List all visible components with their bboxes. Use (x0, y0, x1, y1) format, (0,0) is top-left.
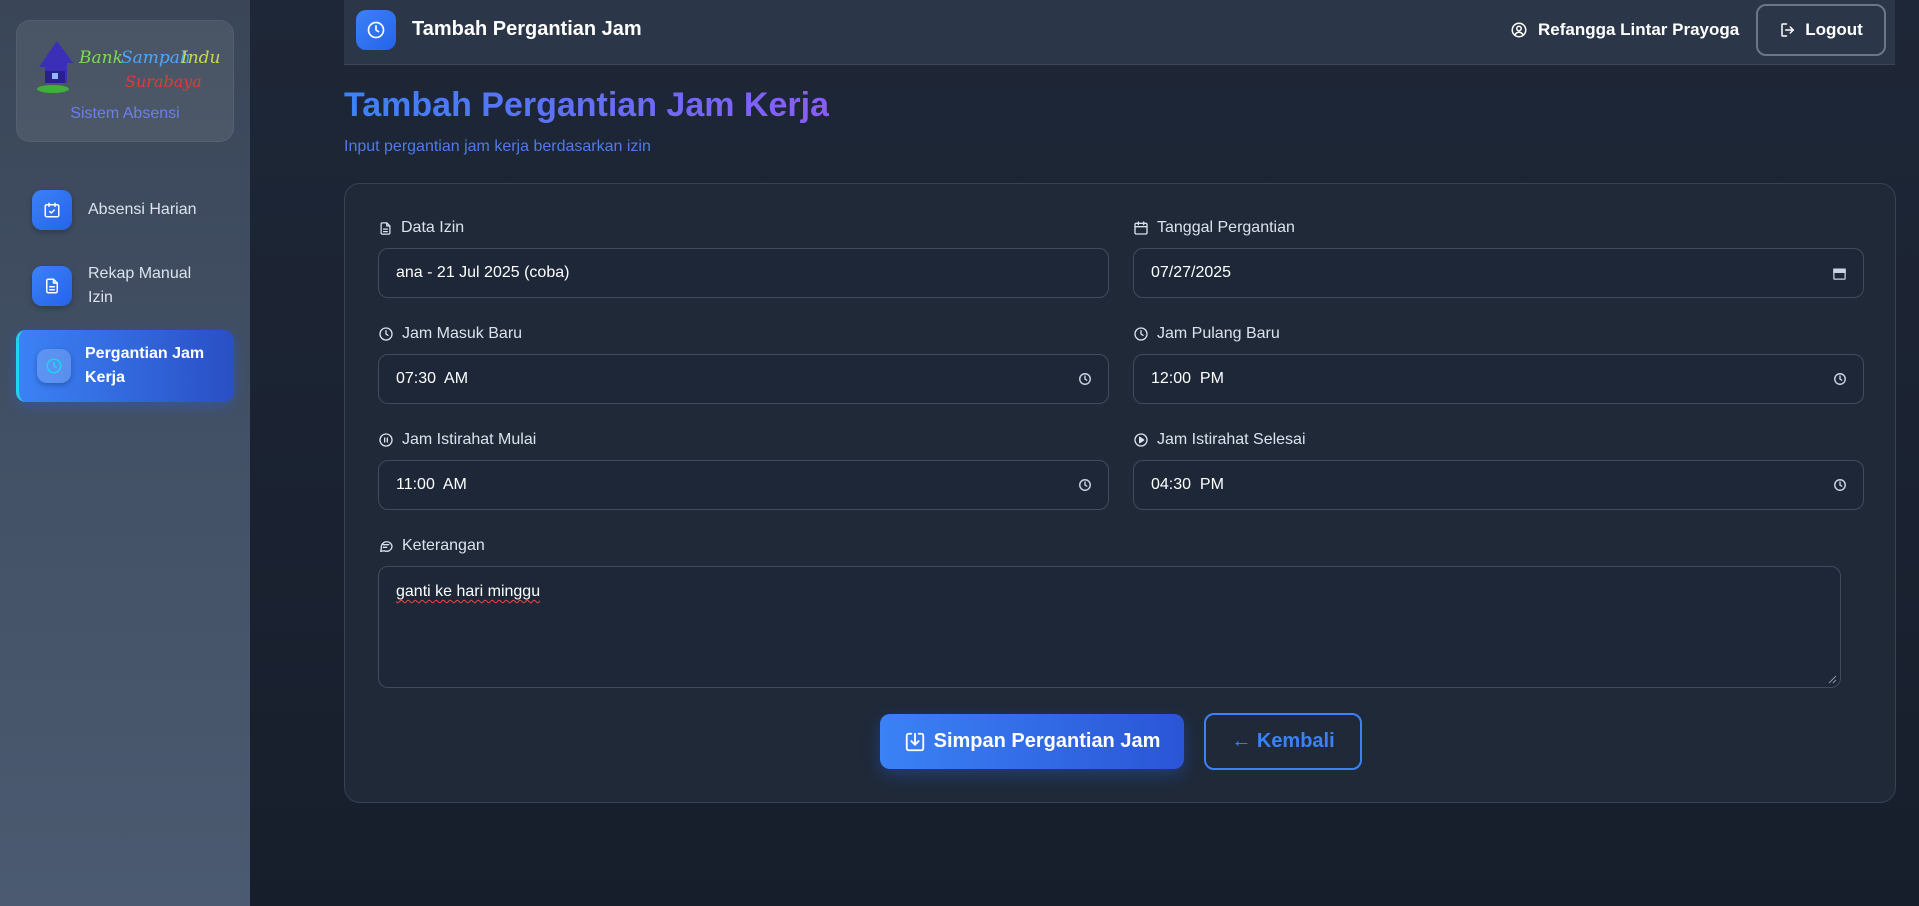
data-izin-value: ana - 21 Jul 2025 (coba) (396, 264, 570, 281)
jam-istirahat-selesai-input[interactable]: 04:30 PM (1133, 460, 1864, 510)
jam-pulang-baru-input[interactable]: 12:00 PM (1133, 354, 1864, 404)
calendar-icon (1134, 221, 1148, 235)
sidebar-item-rekap-manual-izin[interactable]: Rekap Manual Izin (16, 262, 234, 310)
data-izin-select[interactable]: ana - 21 Jul 2025 (coba) (378, 248, 1109, 298)
sidebar-item-pergantian-jam-kerja[interactable]: Pergantian Jam Kerja (16, 330, 234, 402)
back-button-label: ← Kembali (1231, 730, 1335, 752)
save-download-icon (905, 732, 924, 751)
svg-text:Induk: Induk (180, 48, 221, 68)
clock-icon (1134, 327, 1148, 341)
logo-card: Bank Sampah Induk Surabaya Sistem Absens… (16, 20, 234, 142)
clock-icon (379, 327, 393, 341)
calendar-picker-icon[interactable] (1832, 266, 1847, 281)
document-icon (32, 266, 72, 306)
time-picker-icon[interactable] (1078, 478, 1092, 492)
page-subtitle: Input pergantian jam kerja berdasarkan i… (344, 138, 651, 155)
jam-istirahat-selesai-value: 04:30 PM (1151, 476, 1224, 493)
page-title: Tambah Pergantian Jam Kerja (344, 86, 829, 124)
jam-istirahat-mulai-value: 11:00 AM (396, 476, 467, 493)
sidebar-item-absensi-harian[interactable]: Absensi Harian (16, 189, 234, 231)
play-circle-icon (1134, 433, 1148, 447)
sidebar-item-label: Rekap Manual Izin (88, 265, 192, 306)
jam-masuk-baru-label: Jam Masuk Baru (378, 325, 522, 343)
jam-istirahat-mulai-label: Jam Istirahat Mulai (378, 431, 536, 449)
logout-icon (1781, 23, 1795, 37)
logout-label: Logout (1805, 20, 1863, 39)
jam-pulang-baru-value: 12:00 PM (1151, 370, 1224, 387)
svg-text:Bank: Bank (78, 48, 123, 68)
jam-masuk-baru-value: 07:30 AM (396, 370, 469, 387)
tanggal-pergantian-value: 07/27/2025 (1151, 264, 1232, 281)
svg-text:Surabaya: Surabaya (125, 72, 202, 91)
chat-icon (380, 541, 393, 552)
brand-logo: Bank Sampah Induk Surabaya (37, 41, 221, 93)
tanggal-pergantian-label: Tanggal Pergantian (1133, 219, 1295, 237)
app-subtitle: Sistem Absensi (70, 105, 180, 122)
jam-pulang-baru-label: Jam Pulang Baru (1133, 325, 1280, 343)
user-circle-icon (1511, 22, 1527, 38)
user-menu[interactable]: Refangga Lintar Prayoga (1510, 20, 1739, 40)
jam-masuk-baru-input[interactable]: 07:30 AM (378, 354, 1109, 404)
logout-button[interactable]: Logout (1756, 4, 1886, 56)
save-button[interactable]: Simpan Pergantian Jam (880, 714, 1184, 769)
back-button[interactable]: ← Kembali (1204, 713, 1362, 770)
data-izin-label: Data Izin (378, 219, 464, 237)
jam-istirahat-mulai-input[interactable]: 11:00 AM (378, 460, 1109, 510)
clock-icon (356, 10, 396, 50)
sidebar-item-label: Pergantian Jam Kerja (85, 345, 205, 386)
topbar: Tambah Pergantian Jam Refangga Lintar Pr… (344, 0, 1895, 65)
document-icon (380, 221, 391, 235)
clock-icon (37, 349, 71, 383)
calendar-check-icon (32, 190, 72, 230)
keterangan-textarea[interactable]: ganti ke hari minggu (378, 566, 1841, 688)
time-picker-icon[interactable] (1078, 372, 1092, 386)
form-card: Data Izin ana - 21 Jul 2025 (coba) Tangg… (344, 183, 1896, 803)
time-picker-icon[interactable] (1833, 478, 1847, 492)
user-name: Refangga Lintar Prayoga (1538, 20, 1740, 39)
time-picker-icon[interactable] (1833, 372, 1847, 386)
keterangan-label: Keterangan (378, 537, 485, 555)
jam-pulang-baru-label-text: Jam Pulang Baru (1157, 325, 1280, 342)
jam-istirahat-mulai-label-text: Jam Istirahat Mulai (402, 431, 537, 448)
save-button-label: Simpan Pergantian Jam (933, 730, 1161, 752)
keterangan-label-text: Keterangan (402, 537, 485, 554)
jam-istirahat-selesai-label: Jam Istirahat Selesai (1133, 431, 1306, 449)
data-izin-label-text: Data Izin (401, 219, 465, 236)
tanggal-pergantian-label-text: Tanggal Pergantian (1157, 219, 1295, 236)
jam-istirahat-selesai-label-text: Jam Istirahat Selesai (1157, 431, 1306, 448)
topbar-title: Tambah Pergantian Jam (412, 18, 642, 40)
sidebar-item-label: Absensi Harian (88, 201, 197, 218)
tanggal-pergantian-input[interactable]: 07/27/2025 (1133, 248, 1864, 298)
jam-masuk-baru-label-text: Jam Masuk Baru (402, 325, 523, 342)
pause-circle-icon (379, 433, 393, 447)
resize-handle-icon[interactable] (1827, 674, 1837, 684)
keterangan-value: ganti ke hari minggu (396, 583, 541, 600)
sidebar: Bank Sampah Induk Surabaya Sistem Absens… (0, 0, 250, 906)
